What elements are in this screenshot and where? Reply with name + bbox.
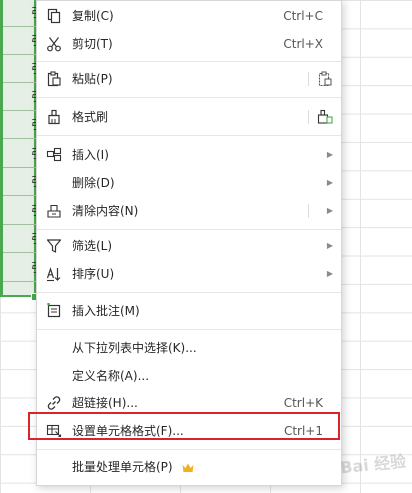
menu-item-insert[interactable]: 插入(I) ▶ [37, 141, 341, 169]
selected-cell[interactable]: 引 [3, 198, 37, 225]
split-divider [308, 110, 309, 124]
menu-item-label: 删除(D) [72, 176, 115, 190]
split-divider [308, 72, 309, 86]
selected-cell[interactable]: 引 [3, 226, 37, 253]
cell-selection[interactable]: 引 引 引 引 引 引 引 引 引 引 [0, 0, 37, 297]
submenu-arrow-icon: ▶ [326, 150, 333, 159]
menu-item-hyperlink[interactable]: 超链接(H)... Ctrl+K [37, 389, 341, 417]
menu-item-filter[interactable]: 筛选(L) ▶ [37, 232, 341, 260]
shortcut-text: Ctrl+K [283, 396, 323, 410]
menu-item-label: 批量处理单元格(P) [72, 453, 194, 481]
copy-icon [47, 8, 61, 24]
insert-cells-icon [46, 147, 62, 162]
menu-separator [37, 329, 341, 330]
menu-separator [37, 97, 341, 98]
menu-item-batch-process[interactable]: 批量处理单元格(P) [37, 453, 341, 481]
menu-item-label: 粘贴(P) [72, 72, 113, 86]
submenu-arrow-icon: ▶ [326, 178, 333, 187]
menu-item-label: 插入(I) [72, 148, 109, 162]
paste-icon [47, 71, 61, 87]
menu-item-clear-contents[interactable]: 清除内容(N) ▶ [37, 197, 341, 225]
link-icon [47, 396, 61, 410]
format-painter-icon [48, 109, 60, 125]
selected-cell[interactable]: 引 [3, 56, 37, 83]
selected-cell[interactable]: 引 [3, 28, 37, 55]
menu-item-label: 筛选(L) [72, 239, 113, 253]
paste-options-icon[interactable] [317, 71, 333, 87]
menu-item-label: 设置单元格格式(F)... [72, 424, 184, 438]
menu-separator [37, 61, 341, 62]
shortcut-text: Ctrl+X [283, 37, 323, 51]
menu-item-label: 定义名称(A)... [72, 369, 150, 383]
context-menu: 复制(C) Ctrl+C 剪切(T) Ctrl+X 粘贴(P) 格式刷 插入(I… [36, 0, 342, 486]
submenu-arrow-icon: ▶ [326, 269, 333, 278]
menu-separator [37, 292, 341, 293]
menu-item-paste[interactable]: 粘贴(P) [37, 65, 341, 93]
menu-item-label: 从下拉列表中选择(K)... [72, 341, 197, 355]
shortcut-text: Ctrl+C [283, 9, 323, 23]
menu-separator [37, 449, 341, 450]
eraser-icon [47, 204, 61, 218]
format-cells-icon [46, 424, 62, 438]
menu-item-define-name[interactable]: 定义名称(A)... [37, 362, 341, 390]
selected-cell[interactable]: 引 [3, 255, 37, 282]
menu-item-cut[interactable]: 剪切(T) Ctrl+X [37, 30, 341, 58]
menu-separator [37, 135, 341, 136]
menu-item-label: 超链接(H)... [72, 396, 138, 410]
shortcut-text: Ctrl+1 [283, 424, 323, 438]
comment-icon [47, 303, 61, 318]
submenu-arrow-icon: ▶ [326, 206, 333, 215]
selected-cell[interactable]: 引 [3, 169, 37, 196]
menu-item-sort[interactable]: 排序(U) ▶ [37, 260, 341, 288]
menu-separator [37, 229, 341, 230]
menu-item-label: 清除内容(N) [72, 204, 139, 218]
menu-item-format-cells[interactable]: 设置单元格格式(F)... Ctrl+1 [37, 417, 341, 445]
menu-item-copy[interactable]: 复制(C) Ctrl+C [37, 2, 341, 30]
format-painter-lock-icon[interactable] [317, 109, 333, 125]
menu-item-label: 复制(C) [72, 9, 114, 23]
selected-cell[interactable]: 引 [3, 0, 37, 27]
crown-icon [182, 463, 194, 472]
selected-cell[interactable]: 引 [3, 141, 37, 168]
split-divider [308, 204, 309, 218]
menu-item-label: 排序(U) [72, 267, 115, 281]
menu-item-label: 格式刷 [72, 110, 109, 124]
selected-cell[interactable]: 引 [3, 84, 37, 111]
sort-icon [46, 267, 61, 282]
submenu-arrow-icon: ▶ [326, 241, 333, 250]
menu-item-label: 剪切(T) [72, 37, 113, 51]
menu-item-format-painter[interactable]: 格式刷 [37, 103, 341, 131]
menu-item-insert-comment[interactable]: 插入批注(M) [37, 297, 341, 325]
scissors-icon [47, 37, 61, 52]
filter-icon [46, 239, 62, 253]
menu-item-label: 插入批注(M) [72, 304, 140, 318]
selected-cell[interactable]: 引 [3, 112, 37, 139]
menu-item-delete[interactable]: 删除(D) ▶ [37, 169, 341, 197]
menu-item-pick-from-list[interactable]: 从下拉列表中选择(K)... [37, 334, 341, 362]
batch-process-text: 批量处理单元格(P) [72, 460, 173, 474]
